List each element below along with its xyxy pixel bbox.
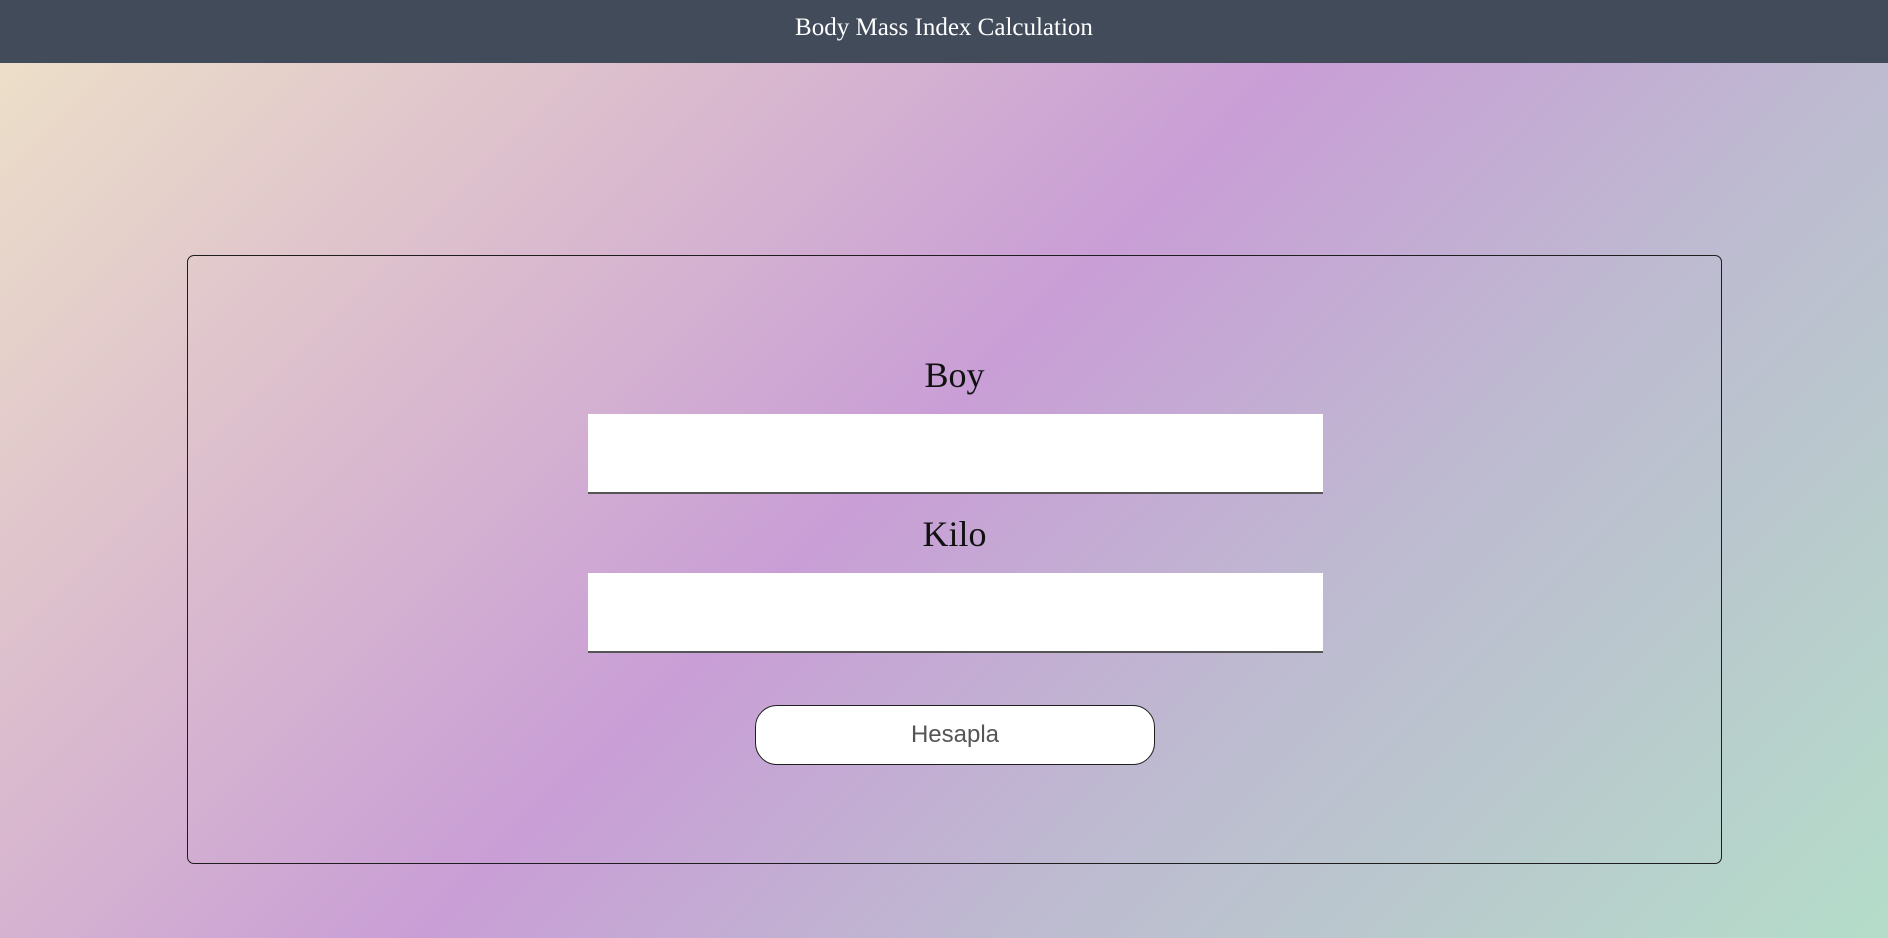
page-title: Body Mass Index Calculation: [795, 14, 1093, 41]
weight-label: Kilo: [922, 514, 987, 554]
height-input[interactable]: [588, 414, 1323, 494]
calculate-button[interactable]: Hesapla: [755, 705, 1155, 765]
weight-input[interactable]: [588, 573, 1323, 653]
height-label: Boy: [924, 355, 985, 395]
header-bar: Body Mass Index Calculation: [0, 0, 1888, 63]
bmi-form-card: Boy Kilo Hesapla: [187, 255, 1722, 864]
